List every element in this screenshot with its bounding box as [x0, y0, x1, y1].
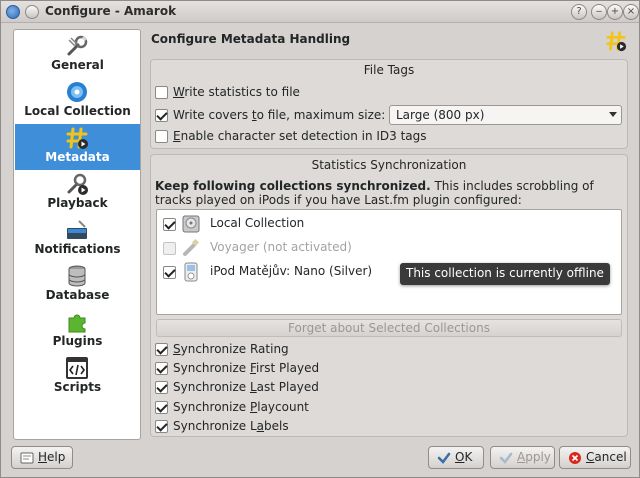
sidebar-item-label: Scripts [53, 380, 102, 394]
checkmark-icon [437, 452, 451, 464]
sync-first-played-label: Synchronize First Played [173, 361, 320, 375]
checkmark-icon [499, 452, 513, 464]
sidebar-item-metadata[interactable]: Metadata [15, 124, 140, 170]
sync-rating-label: Synchronize Rating [173, 342, 289, 356]
amarok-app-icon[interactable] [6, 5, 20, 19]
sidebar-item-scripts[interactable]: Scripts [15, 354, 140, 400]
collections-list[interactable]: Local Collection Voyager (not activated)… [156, 209, 622, 315]
sidebar-item-general[interactable]: General [15, 32, 140, 78]
sync-rating-checkbox[interactable] [155, 342, 168, 356]
sync-labels-label: Synchronize Labels [173, 419, 289, 433]
cancel-button-label: Cancel [586, 450, 627, 464]
sidebar-item-label: Playback [47, 196, 108, 210]
collection-name: Local Collection [210, 216, 305, 230]
ok-button-label: OK [455, 450, 473, 464]
collection-checkbox[interactable] [163, 266, 176, 279]
sidebar-item-notifications[interactable]: Notifications [15, 216, 140, 262]
cover-size-select[interactable]: Large (800 px) [389, 105, 622, 125]
sidebar-item-playback[interactable]: Playback [15, 170, 140, 216]
forget-collections-button[interactable]: Forget about Selected Collections [156, 319, 622, 337]
sync-first-played-checkbox[interactable] [155, 361, 168, 375]
collection-name: Voyager (not activated) [210, 240, 352, 254]
sidebar-item-label: Metadata [45, 150, 110, 164]
hash-tag-icon [66, 127, 88, 149]
metadata-header-icon [606, 31, 627, 52]
category-sidebar: General Local Collection Metadata Playba… [13, 29, 141, 440]
window-title: Configure - Amarok [45, 4, 177, 18]
offline-tooltip: This collection is currently offline [400, 263, 610, 285]
window-menu-icon[interactable] [25, 5, 39, 19]
write-covers-label: Write covers to file, maximum size: [173, 108, 386, 122]
database-icon [68, 265, 86, 287]
charset-detection-option[interactable]: Enable character set detection in ID3 ta… [155, 127, 427, 145]
write-statistics-label: Write statistics to file [173, 85, 300, 99]
sync-rating-option[interactable]: Synchronize Rating [155, 340, 289, 358]
chevron-down-icon [609, 112, 617, 117]
sidebar-item-plugins[interactable]: Plugins [15, 308, 140, 354]
sidebar-item-label: Notifications [34, 242, 121, 256]
sync-last-played-label: Synchronize Last Played [173, 380, 319, 394]
maximize-button[interactable]: + [607, 4, 623, 20]
sync-playcount-option[interactable]: Synchronize Playcount [155, 398, 309, 416]
charset-detection-checkbox[interactable] [155, 129, 168, 143]
write-statistics-checkbox[interactable] [155, 85, 168, 99]
title-bar[interactable]: Configure - Amarok ? ‒ + × [1, 1, 639, 23]
wrench-play-icon [67, 173, 88, 195]
drive-icon [182, 215, 200, 233]
collection-checkbox[interactable] [163, 218, 176, 231]
sync-description: Keep following collections synchronized.… [155, 179, 594, 207]
cover-size-value: Large (800 px) [396, 108, 485, 122]
ok-button[interactable]: OK [428, 446, 484, 469]
context-help-button[interactable]: ? [571, 4, 587, 20]
ipod-icon [184, 262, 198, 282]
configure-window: Configure - Amarok ? ‒ + × General Local… [0, 0, 640, 478]
write-covers-checkbox[interactable] [155, 108, 168, 122]
sidebar-item-label: Database [45, 288, 110, 302]
statistics-sync-title: Statistics Synchronization [311, 158, 467, 172]
help-button-label: Help [38, 450, 66, 464]
sidebar-item-label: General [51, 58, 104, 72]
script-icon [66, 357, 88, 379]
close-window-button[interactable]: × [623, 4, 639, 20]
apply-button-label: Apply [517, 450, 551, 464]
help-icon [20, 452, 34, 464]
sidebar-item-database[interactable]: Database [15, 262, 140, 308]
sidebar-item-label: Plugins [52, 334, 103, 348]
file-tags-title: File Tags [363, 63, 415, 77]
sync-playcount-checkbox[interactable] [155, 400, 168, 414]
write-covers-option[interactable]: Write covers to file, maximum size: [155, 106, 385, 124]
sync-last-played-checkbox[interactable] [155, 380, 168, 394]
write-statistics-option[interactable]: Write statistics to file [155, 83, 300, 101]
sync-labels-option[interactable]: Synchronize Labels [155, 417, 289, 435]
charset-detection-label: Enable character set detection in ID3 ta… [173, 129, 427, 143]
collection-name: iPod Matějův: Nano (Silver) [210, 264, 373, 278]
disc-icon [67, 82, 87, 102]
notification-icon [67, 220, 87, 239]
puzzle-icon [68, 314, 86, 333]
list-item-local-collection[interactable]: Local Collection [158, 212, 620, 236]
sync-labels-checkbox[interactable] [155, 419, 168, 433]
cancel-icon [569, 452, 581, 464]
sidebar-item-local-collection[interactable]: Local Collection [15, 78, 140, 124]
usb-icon [183, 238, 200, 256]
apply-button[interactable]: Apply [490, 446, 555, 469]
sync-first-played-option[interactable]: Synchronize First Played [155, 359, 319, 377]
sync-last-played-option[interactable]: Synchronize Last Played [155, 378, 319, 396]
list-item-voyager[interactable]: Voyager (not activated) [158, 236, 620, 260]
wrench-icon [67, 35, 88, 56]
minimize-button[interactable]: ‒ [591, 4, 607, 20]
collection-checkbox[interactable] [163, 242, 176, 255]
sync-playcount-label: Synchronize Playcount [173, 400, 309, 414]
help-button[interactable]: Help [11, 446, 73, 469]
cancel-button[interactable]: Cancel [559, 446, 631, 469]
page-title: Configure Metadata Handling [151, 32, 351, 46]
sidebar-item-label: Local Collection [24, 104, 131, 118]
